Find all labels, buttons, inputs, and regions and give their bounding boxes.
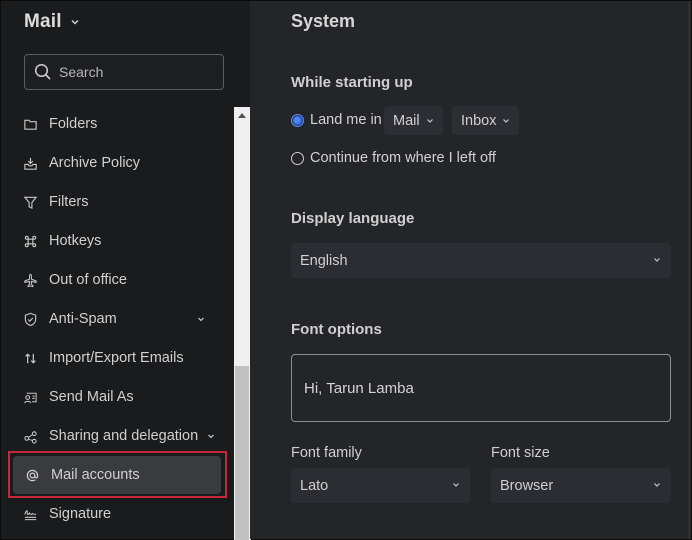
- sidebar-item-label: Mail accounts: [51, 467, 140, 483]
- content-scroll-edge: [688, 1, 691, 539]
- sidebar-item-mail-accounts[interactable]: Mail accounts: [13, 456, 221, 494]
- import-export-icon: [22, 350, 38, 366]
- dropdown-value: Mail: [393, 112, 420, 129]
- scroll-up-arrow-icon[interactable]: [238, 113, 246, 118]
- radio-land-me-in[interactable]: Land me in: [291, 112, 382, 128]
- radio-continue[interactable]: Continue from where I left off: [291, 150, 496, 166]
- scrollbar-thumb[interactable]: [235, 366, 249, 540]
- folder-icon: [22, 116, 38, 132]
- app-title: Mail: [24, 11, 62, 32]
- dropdown-value: English: [300, 252, 348, 269]
- radio-label: Land me in: [310, 112, 382, 128]
- settings-sidebar: Mail Folders Archive Policy Filters Hotk…: [1, 1, 251, 540]
- font-family-label: Font family: [291, 445, 362, 461]
- sidebar-item-label: Import/Export Emails: [49, 350, 184, 366]
- chevron-down-icon: [654, 483, 660, 487]
- archive-icon: [22, 155, 38, 171]
- sidebar-item-label: Archive Policy: [49, 155, 141, 171]
- dropdown-value: Inbox: [461, 112, 497, 129]
- sidebar-item-label: Sharing and delegation: [49, 428, 199, 444]
- signature-icon: [22, 506, 38, 522]
- sidebar-item-label: Out of office: [49, 272, 127, 288]
- chevron-down-icon[interactable]: [206, 431, 216, 441]
- filter-icon: [22, 194, 38, 210]
- contact-card-icon: [22, 389, 38, 405]
- radio-label: Continue from where I left off: [310, 150, 496, 166]
- sidebar-item-label: Hotkeys: [49, 233, 102, 249]
- at-icon: [24, 467, 40, 483]
- font-family-dropdown[interactable]: Lato: [291, 468, 470, 503]
- land-folder-dropdown[interactable]: Inbox: [452, 106, 519, 135]
- search-box[interactable]: [24, 54, 224, 90]
- sidebar-item-signature[interactable]: Signature: [11, 497, 221, 531]
- chevron-down-icon: [654, 258, 660, 262]
- app-switcher[interactable]: Mail: [24, 11, 80, 33]
- font-preview-box: Hi, Tarun Lamba: [291, 354, 671, 422]
- sidebar-item-label: Send Mail As: [49, 389, 134, 405]
- sidebar-item-send-mail-as[interactable]: Send Mail As: [11, 380, 221, 414]
- language-dropdown[interactable]: English: [291, 243, 671, 278]
- radio-button-selected[interactable]: [291, 113, 304, 127]
- sidebar-item-filters[interactable]: Filters: [11, 185, 221, 219]
- settings-content: System While starting up Land me in Mail…: [250, 1, 691, 539]
- land-app-dropdown[interactable]: Mail: [384, 106, 443, 135]
- chevron-down-icon: [71, 19, 79, 25]
- sidebar-item-folders[interactable]: Folders: [11, 107, 221, 141]
- command-icon: [22, 233, 38, 249]
- chevron-down-icon: [503, 118, 510, 123]
- section-heading-startup: While starting up: [291, 74, 413, 91]
- chevron-down-icon: [426, 118, 433, 123]
- sidebar-item-archive-policy[interactable]: Archive Policy: [11, 146, 221, 180]
- sidebar-item-hotkeys[interactable]: Hotkeys: [11, 224, 221, 258]
- search-input[interactable]: [59, 64, 209, 80]
- sidebar-item-label: Filters: [49, 194, 89, 210]
- share-icon: [22, 428, 38, 444]
- section-heading-language: Display language: [291, 210, 415, 227]
- page-title: System: [291, 11, 356, 31]
- sidebar-item-label: Folders: [49, 116, 98, 132]
- font-preview-text: Hi, Tarun Lamba: [304, 379, 414, 397]
- shield-check-icon: [22, 311, 38, 327]
- dropdown-value: Lato: [300, 477, 329, 494]
- radio-button[interactable]: [291, 151, 304, 165]
- sidebar-item-sharing-delegation[interactable]: Sharing and delegation: [11, 419, 221, 453]
- chevron-down-icon[interactable]: [196, 314, 206, 324]
- chevron-down-icon: [453, 483, 459, 487]
- sidebar-scrollbar[interactable]: [234, 107, 251, 540]
- sidebar-item-label: Anti-Spam: [49, 311, 117, 327]
- dropdown-value: Browser: [500, 477, 554, 494]
- search-icon: [34, 63, 51, 80]
- sidebar-item-out-of-office[interactable]: Out of office: [11, 263, 221, 297]
- font-size-dropdown[interactable]: Browser: [491, 468, 671, 503]
- airplane-icon: [22, 272, 38, 288]
- sidebar-item-anti-spam[interactable]: Anti-Spam: [11, 302, 221, 336]
- sidebar-item-import-export[interactable]: Import/Export Emails: [11, 341, 221, 375]
- sidebar-item-label: Signature: [49, 506, 112, 522]
- font-size-label: Font size: [491, 445, 550, 461]
- section-heading-font: Font options: [291, 321, 382, 338]
